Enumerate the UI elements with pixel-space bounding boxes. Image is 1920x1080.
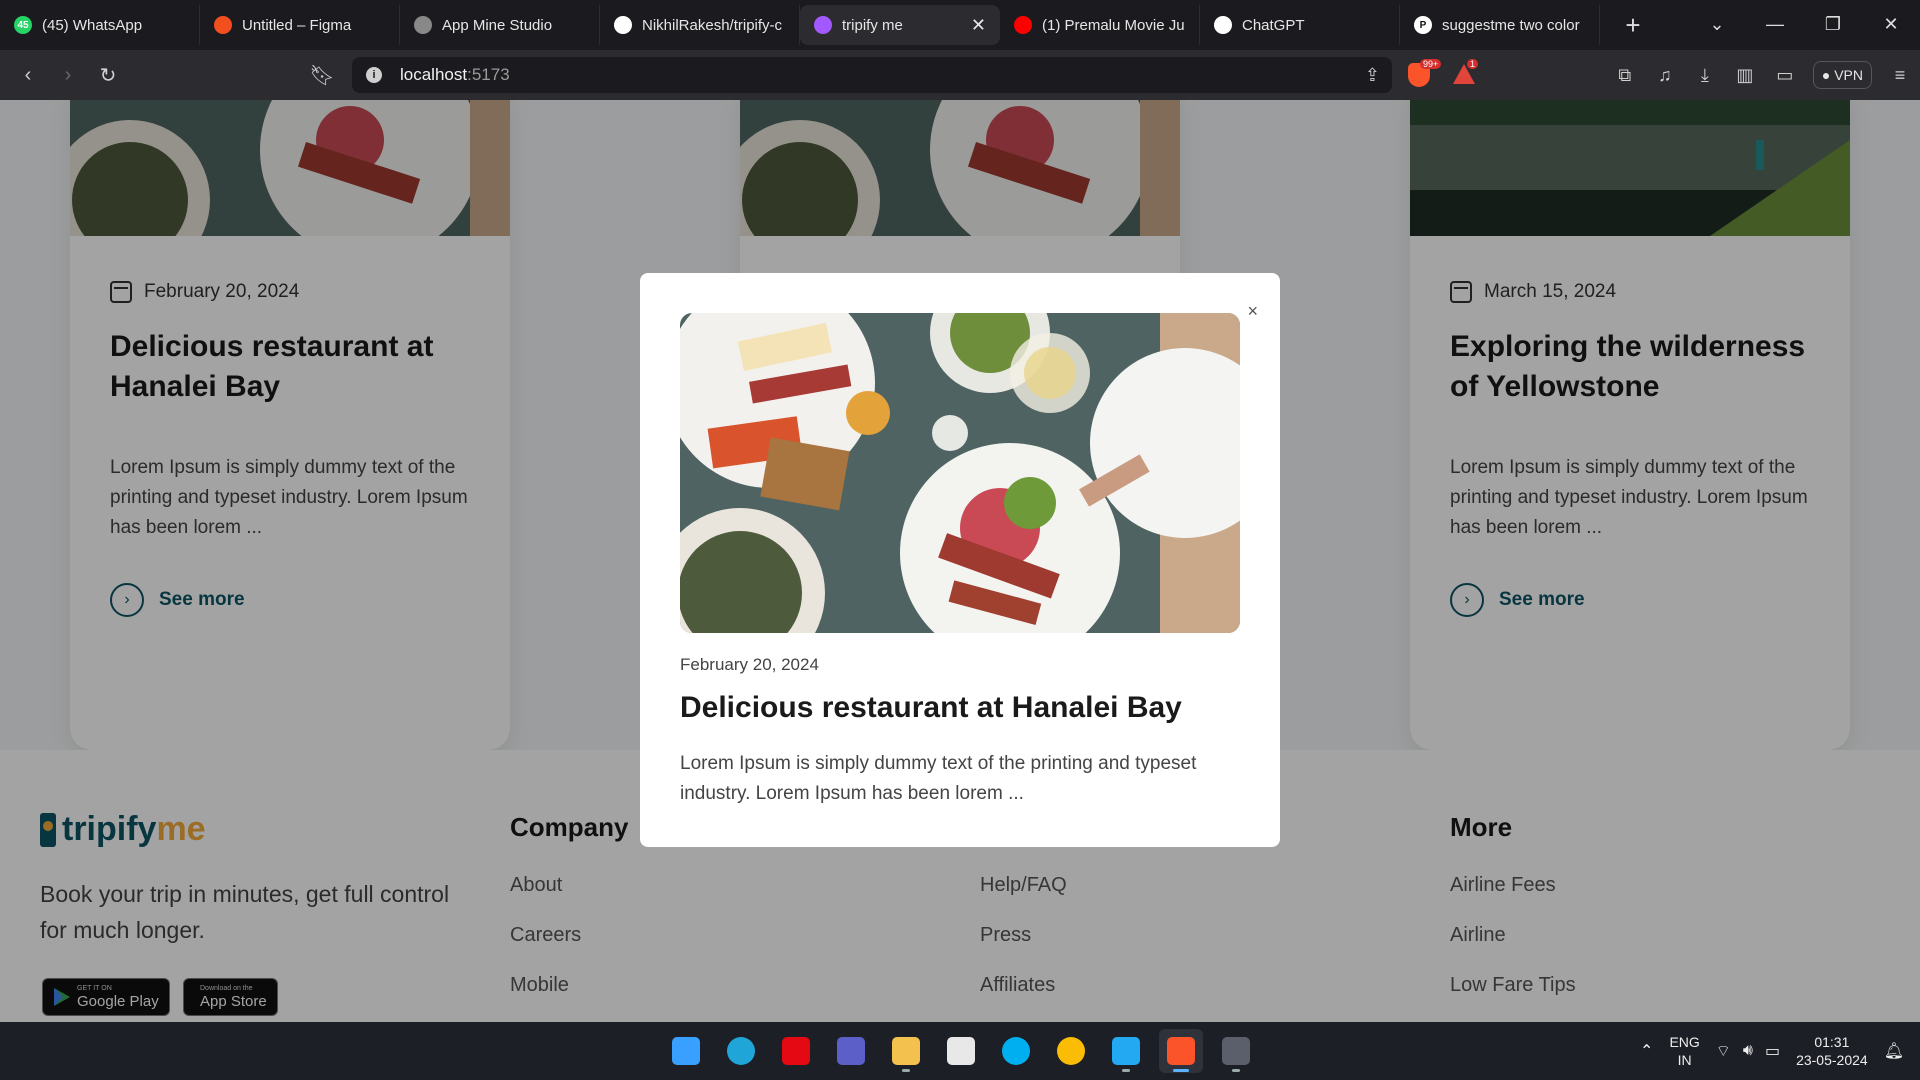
url-host: localhost xyxy=(400,65,468,84)
lang-label: ENG xyxy=(1669,1034,1700,1050)
back-button[interactable]: ‹ xyxy=(8,64,48,87)
youtube-icon xyxy=(1014,16,1032,34)
share-icon[interactable]: ⇪ xyxy=(1365,65,1380,86)
file-explorer-icon[interactable] xyxy=(884,1029,928,1073)
downloads-icon[interactable]: ⤓ xyxy=(1685,65,1725,86)
tab-title: (45) WhatsApp xyxy=(42,16,143,34)
tab-title: suggestme two color xyxy=(1442,16,1580,34)
chrome-icon[interactable] xyxy=(1049,1029,1093,1073)
browser-tab-4[interactable]: NikhilRakesh/tripify-c xyxy=(600,5,800,45)
skype-icon[interactable] xyxy=(994,1029,1038,1073)
edge-icon[interactable] xyxy=(719,1029,763,1073)
close-window-button[interactable]: ✕ xyxy=(1862,14,1920,35)
tab-title: Untitled – Figma xyxy=(242,16,352,34)
reload-button[interactable]: ↻ xyxy=(88,63,128,88)
region-label: IN xyxy=(1677,1052,1692,1068)
browser-tab-8[interactable]: Psuggestme two color xyxy=(1400,5,1600,45)
chatgpt-icon xyxy=(1214,16,1232,34)
clock-time: 01:31 xyxy=(1814,1034,1850,1050)
modal-text: Lorem Ipsum is simply dummy text of the … xyxy=(680,753,1197,804)
whatsapp-icon: 45 xyxy=(14,16,32,34)
github-icon xyxy=(614,16,632,34)
post-modal: × February 20, 2024 Delicious restaurant… xyxy=(640,273,1280,847)
menu-icon[interactable]: ≡ xyxy=(1880,65,1920,86)
browser-tab-6[interactable]: (1) Premalu Movie Ju xyxy=(1000,5,1200,45)
vpn-label: VPN xyxy=(1834,67,1863,83)
terminal-icon[interactable] xyxy=(1214,1029,1258,1073)
figma-icon xyxy=(214,16,232,34)
brave-rewards-icon[interactable]: 1 xyxy=(1452,59,1479,87)
teams-icon[interactable] xyxy=(829,1029,873,1073)
restore-button[interactable]: ❐ xyxy=(1804,14,1862,35)
tab-title: tripify me xyxy=(842,16,903,34)
windows-start-icon[interactable] xyxy=(664,1029,708,1073)
extensions-icon[interactable]: ⧉ xyxy=(1605,65,1645,86)
modal-date: February 20, 2024 xyxy=(680,655,819,674)
clock-date: 23-05-2024 xyxy=(1796,1052,1868,1068)
tab-title: App Mine Studio xyxy=(442,16,553,34)
clock[interactable]: 01:31 23-05-2024 xyxy=(1796,1033,1868,1069)
battery-icon[interactable]: ▭ xyxy=(1765,1041,1780,1061)
notifications-icon[interactable]: 🔔︎ xyxy=(1884,1041,1904,1061)
site-info-icon[interactable]: i xyxy=(366,67,382,83)
system-tray: ⌃ ENG IN ⌔ 🔊︎ ▭ 01:31 23-05-2024 🔔︎ xyxy=(1634,1022,1920,1080)
minimize-button[interactable]: — xyxy=(1746,14,1804,35)
tab-title: ChatGPT xyxy=(1242,16,1305,34)
rewards-badge: 1 xyxy=(1467,59,1479,69)
window-controls: ⌄ — ❐ ✕ xyxy=(1688,0,1920,48)
modal-close-button[interactable]: × xyxy=(1247,301,1258,322)
vite-icon xyxy=(814,16,832,34)
browser-tab-bar: 45 (45) WhatsApp Untitled – Figma App Mine … xyxy=(0,0,1920,50)
wifi-icon[interactable]: ⌔ xyxy=(1716,1041,1731,1061)
browser-tab-2[interactable]: Untitled – Figma xyxy=(200,5,400,45)
address-bar[interactable]: i localhost:5173 ⇪ xyxy=(352,57,1392,93)
tab-title: (1) Premalu Movie Ju xyxy=(1042,16,1185,34)
brave-shields-badge: 99+ xyxy=(1420,59,1442,69)
tab-list-chevron-icon[interactable]: ⌄ xyxy=(1688,14,1746,35)
language-indicator[interactable]: ENG IN xyxy=(1669,1033,1699,1069)
modal-image xyxy=(680,313,1240,633)
url-port: :5173 xyxy=(467,65,510,84)
browser-toolbar: ‹ › ↻ 🔖︎ i localhost:5173 ⇪ 99+ 1 ⧉ ♫ ⤓ … xyxy=(0,50,1920,100)
browser-tab-1[interactable]: 45 (45) WhatsApp xyxy=(0,5,200,45)
browser-tab-7[interactable]: ChatGPT xyxy=(1200,5,1400,45)
netflix-icon[interactable] xyxy=(774,1029,818,1073)
brave-shields-icon[interactable]: 99+ xyxy=(1408,59,1442,87)
vscode-icon[interactable] xyxy=(1104,1029,1148,1073)
vpn-button[interactable]: ● VPN xyxy=(1812,61,1872,89)
forward-button[interactable]: › xyxy=(48,64,88,87)
brave-icon[interactable] xyxy=(1159,1029,1203,1073)
sidebar-icon[interactable]: ▥ xyxy=(1725,65,1765,86)
tab-title: NikhilRakesh/tripify-c xyxy=(642,16,783,34)
perplexity-icon: P xyxy=(1414,16,1432,34)
tray-chevron-up-icon[interactable]: ⌃ xyxy=(1640,1041,1653,1061)
windows-taskbar: ⌃ ENG IN ⌔ 🔊︎ ▭ 01:31 23-05-2024 🔔︎ xyxy=(0,1022,1920,1080)
globe-icon xyxy=(414,16,432,34)
browser-tab-3[interactable]: App Mine Studio xyxy=(400,5,600,45)
new-tab-button[interactable]: + xyxy=(1618,10,1648,41)
wallet-icon[interactable]: ▭ xyxy=(1765,65,1805,86)
media-icon[interactable]: ♫ xyxy=(1645,65,1685,86)
volume-icon[interactable]: 🔊︎ xyxy=(1743,1042,1753,1060)
close-tab-icon[interactable]: ✕ xyxy=(971,15,986,36)
bookmark-icon[interactable]: 🔖︎ xyxy=(302,63,342,88)
modal-title: Delicious restaurant at Hanalei Bay xyxy=(680,691,1182,724)
ms-store-icon[interactable] xyxy=(939,1029,983,1073)
browser-tab-5[interactable]: tripify me ✕ xyxy=(800,5,1000,45)
